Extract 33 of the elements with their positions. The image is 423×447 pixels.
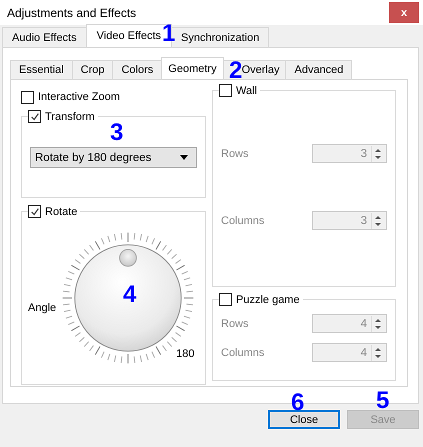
tab[interactable]: Audio Effects [2,27,87,47]
field-label: Rows [221,318,249,330]
close-button[interactable]: x [389,2,419,23]
callout-number: 5 [376,389,390,413]
checkbox-label: Puzzle game [236,294,300,306]
tab[interactable]: Essential [10,60,73,79]
angle-reading: 180 [176,348,194,360]
dropdown[interactable]: Rotate by 180 degrees [30,147,197,168]
checkbox[interactable] [28,205,41,218]
tab[interactable]: Crop [72,60,114,79]
tab[interactable]: Colors [112,60,162,79]
spin-arrows-icon[interactable] [371,212,384,228]
checkbox-label: Interactive Zoom [38,91,120,103]
checkbox-label: Rotate [45,206,78,218]
spin-arrows-icon[interactable] [371,316,384,332]
window-title: Adjustments and Effects [7,6,136,20]
spin-arrows-icon[interactable] [371,344,384,360]
spin-arrows-icon[interactable] [371,146,384,162]
checkbox[interactable] [21,90,34,104]
angle-label: Angle [28,302,56,314]
callout-number: 4 [123,283,136,307]
dropdown-caret-icon [180,155,188,160]
checkbox[interactable] [219,84,232,97]
checkbox-label: Transform [45,110,95,122]
close-button[interactable]: Close [268,410,340,429]
field-label: Columns [221,214,264,226]
checkbox[interactable] [219,293,232,306]
tab[interactable]: Advanced [285,60,352,79]
field-label: Columns [221,346,264,358]
field-label: Rows [221,148,249,160]
checkbox-label: Wall [236,84,257,96]
callout-number: 3 [110,121,124,145]
checkbox[interactable] [28,110,41,123]
